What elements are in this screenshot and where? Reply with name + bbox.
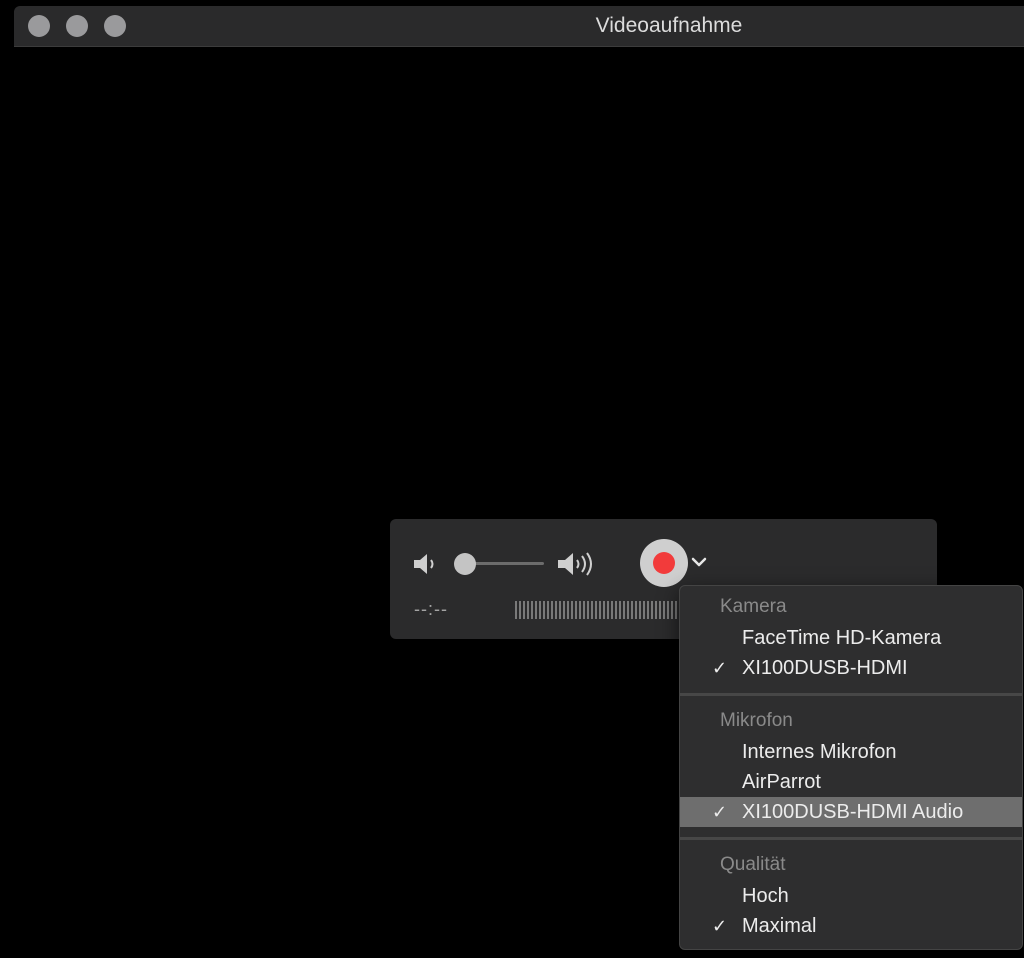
menu-separator — [680, 693, 1022, 696]
menu-item-label: Maximal — [742, 915, 817, 937]
title-bar: Videoaufnahme — [14, 6, 1024, 47]
menu-item-label: FaceTime HD-Kamera — [742, 627, 942, 649]
checkmark-icon: ✓ — [712, 658, 728, 678]
record-button[interactable] — [640, 539, 688, 587]
menu-item-label: Hoch — [742, 885, 789, 907]
menu-item-mic-airparrot[interactable]: AirParrot — [680, 767, 1022, 797]
menu-item-label: XI100DUSB-HDMI — [742, 657, 908, 679]
menu-item-mic-internal[interactable]: Internes Mikrofon — [680, 737, 1022, 767]
volume-high-icon[interactable] — [556, 550, 600, 578]
window-title-text: Videoaufnahme — [595, 14, 743, 37]
menu-item-quality-maximal[interactable]: ✓ Maximal — [680, 911, 1022, 941]
menu-item-label: Internes Mikrofon — [742, 741, 897, 763]
menu-separator — [680, 837, 1022, 840]
menu-item-quality-hoch[interactable]: Hoch — [680, 881, 1022, 911]
options-chevron-icon[interactable] — [690, 555, 708, 569]
menu-item-camera-xi100[interactable]: ✓ XI100DUSB-HDMI — [680, 653, 1022, 683]
menu-item-label: XI100DUSB-HDMI Audio — [742, 801, 964, 823]
checkmark-icon: ✓ — [712, 802, 728, 822]
options-menu: Kamera FaceTime HD-Kamera ✓ XI100DUSB-HD… — [679, 585, 1023, 950]
section-header-microphone: Mikrofon — [720, 710, 793, 731]
menu-item-camera-facetime[interactable]: FaceTime HD-Kamera — [680, 623, 1022, 653]
menu-item-label: AirParrot — [742, 771, 821, 793]
section-header-quality: Qualität — [720, 854, 786, 875]
elapsed-time: --:-- — [414, 599, 448, 619]
volume-slider-track[interactable] — [474, 562, 544, 565]
window-title: Videoaufnahme — [14, 6, 1024, 46]
checkmark-icon: ✓ — [712, 916, 728, 936]
menu-item-mic-xi100-audio[interactable]: ✓ XI100DUSB-HDMI Audio — [680, 797, 1022, 827]
section-header-camera: Kamera — [720, 596, 787, 617]
volume-slider-knob[interactable] — [454, 553, 476, 575]
audio-level-meter — [515, 601, 685, 619]
record-dot-icon — [653, 552, 675, 574]
volume-low-icon[interactable] — [412, 552, 440, 576]
